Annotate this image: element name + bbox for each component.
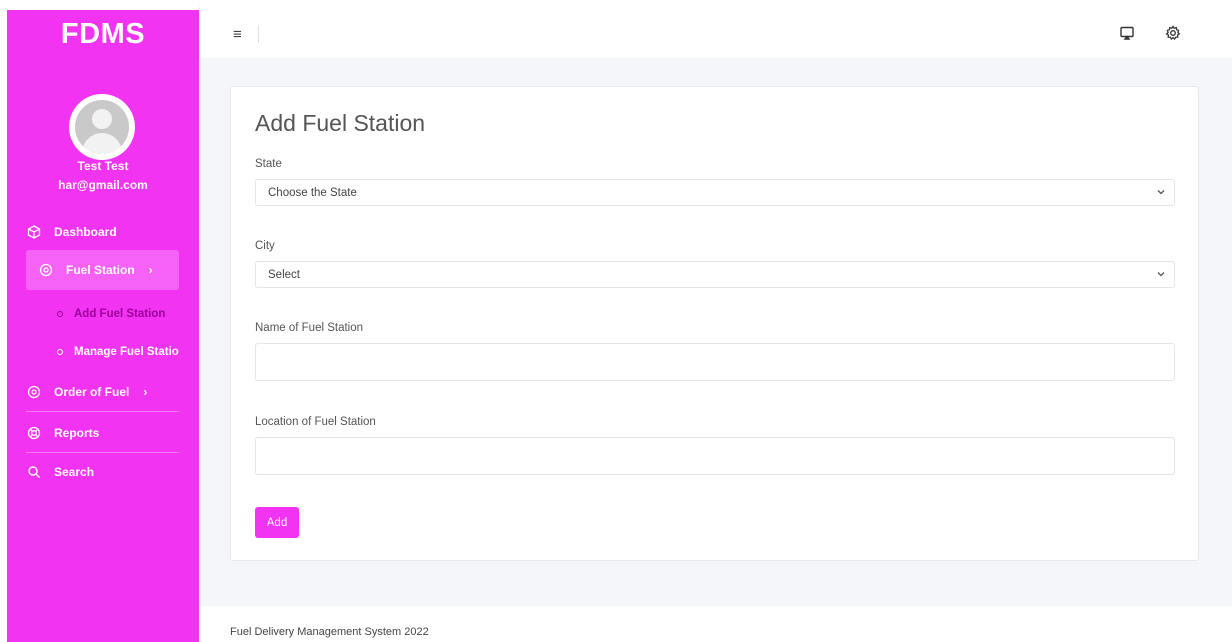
subitem-add-fuel-station[interactable]: Add Fuel Station [57, 308, 165, 320]
main-content: Add Fuel Station State Choose the State … [200, 58, 1232, 606]
target-icon [39, 263, 53, 277]
sidebar-item-dashboard[interactable]: Dashboard [7, 212, 199, 252]
cast-icon[interactable] [1118, 24, 1136, 42]
circle-icon [57, 311, 63, 317]
sidebar: FDMS Test Test har@gmail.com Dashboard F… [7, 10, 199, 642]
footer: Fuel Delivery Management System 2022 [200, 606, 1232, 642]
state-label: State [255, 158, 282, 170]
sidebar-item-search[interactable]: Search [7, 452, 199, 492]
city-select[interactable]: Select [255, 261, 1175, 288]
footer-text: Fuel Delivery Management System 2022 [230, 626, 429, 638]
state-select-value: Choose the State [268, 186, 357, 199]
user-email: har@gmail.com [58, 178, 148, 192]
subitem-label: Manage Fuel Statio [74, 346, 179, 358]
brand-logo[interactable]: FDMS [7, 18, 199, 51]
divider [26, 411, 179, 412]
add-button[interactable]: Add [255, 507, 299, 538]
sidebar-item-label: Reports [54, 426, 100, 440]
user-name: Test Test [77, 159, 129, 173]
sidebar-item-label: Fuel Station [66, 263, 135, 277]
page-title: Add Fuel Station [255, 110, 426, 136]
state-select[interactable]: Choose the State [255, 179, 1175, 206]
search-icon [27, 465, 41, 479]
station-name-input[interactable] [255, 343, 1175, 381]
subitem-label: Add Fuel Station [74, 308, 166, 320]
top-header: ≡ [200, 0, 1232, 58]
chevron-right-icon: › [148, 263, 153, 277]
sidebar-item-label: Search [54, 465, 95, 479]
avatar [69, 94, 135, 160]
sidebar-item-reports[interactable]: Reports [7, 413, 199, 453]
chevron-down-icon [1156, 269, 1166, 279]
menu-icon[interactable]: ≡ [233, 26, 242, 43]
add-fuel-station-card: Add Fuel Station State Choose the State … [230, 86, 1199, 561]
circle-icon [57, 349, 63, 355]
city-label: City [255, 240, 275, 252]
divider [258, 25, 259, 43]
station-location-label: Location of Fuel Station [255, 416, 376, 428]
subitem-manage-fuel-station[interactable]: Manage Fuel Statio [57, 346, 179, 358]
station-location-input[interactable] [255, 437, 1175, 475]
city-select-value: Select [268, 268, 300, 281]
sidebar-item-label: Order of Fuel [54, 385, 130, 399]
station-name-label: Name of Fuel Station [255, 322, 364, 334]
cube-icon [27, 225, 41, 239]
sidebar-item-order-of-fuel[interactable]: Order of Fuel › [7, 372, 199, 412]
sidebar-item-fuel-station[interactable]: Fuel Station › [26, 250, 179, 290]
lifebuoy-icon [27, 426, 41, 440]
target-icon [27, 385, 41, 399]
sidebar-item-label: Dashboard [54, 225, 117, 239]
gear-icon[interactable] [1164, 24, 1182, 42]
chevron-right-icon: › [143, 385, 148, 399]
chevron-down-icon [1156, 187, 1166, 197]
